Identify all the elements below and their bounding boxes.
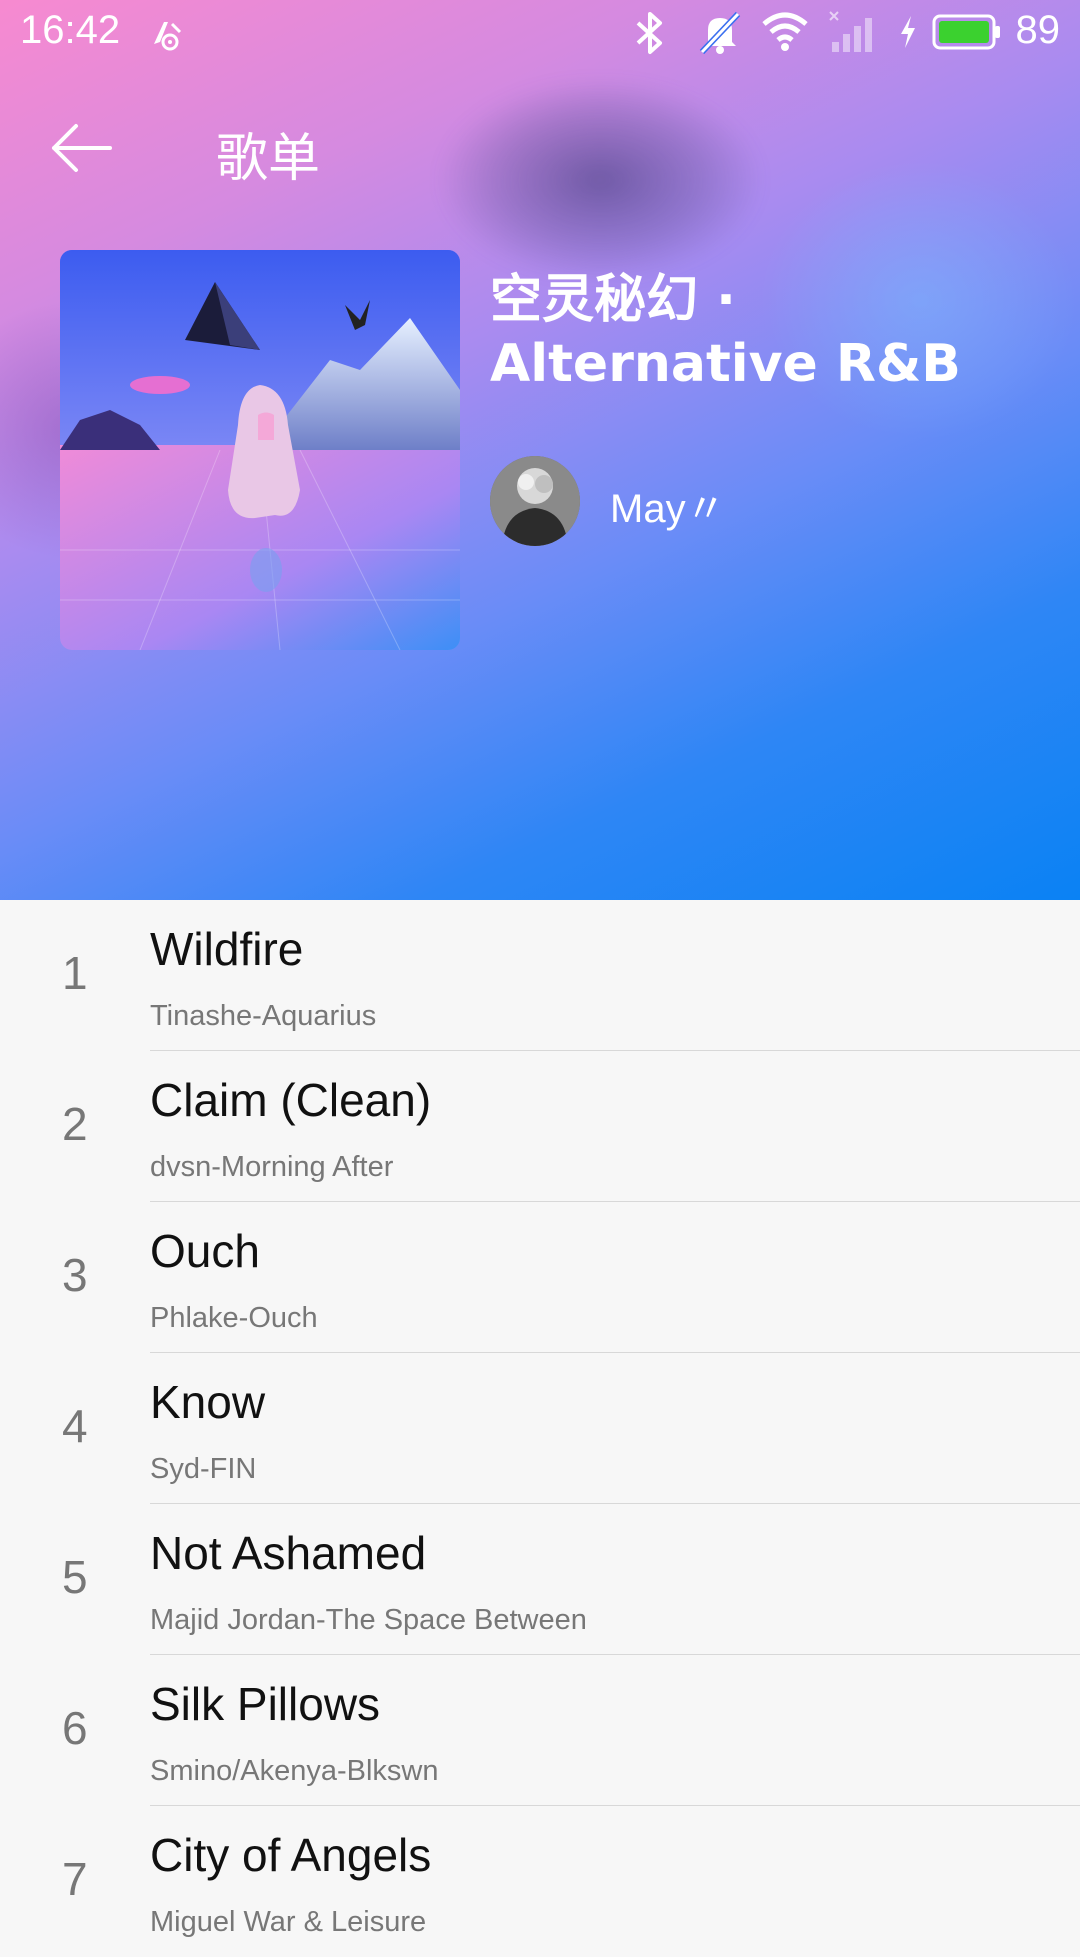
song-row[interactable]: 6 Silk Pillows Smino/Akenya-Blkswn — [0, 1655, 1080, 1806]
notification-app-icon — [146, 14, 186, 58]
song-title: Not Ashamed — [150, 1527, 427, 1579]
track-number: 2 — [62, 1098, 88, 1150]
battery-level: 89 — [1015, 8, 1061, 52]
song-title: Ouch — [150, 1225, 260, 1277]
song-artist-album: Tinashe-Aquarius — [150, 1000, 377, 1032]
song-row[interactable]: 4 Know Syd-FIN — [0, 1353, 1080, 1504]
avatar-image — [490, 456, 580, 546]
battery-icon — [932, 10, 1002, 58]
mute-bell-icon — [698, 10, 742, 60]
creator-name[interactable]: May〃 — [610, 476, 726, 534]
song-row[interactable]: 5 Not Ashamed Majid Jordan-The Space Bet… — [0, 1504, 1080, 1655]
back-button[interactable] — [48, 118, 120, 178]
playlist-title: 空灵秘幻 · Alternative R&B — [490, 270, 961, 394]
song-title: Know — [150, 1376, 266, 1428]
song-list: 1 Wildfire Tinashe-Aquarius 2 Claim (Cle… — [0, 900, 1080, 1957]
cover-artwork — [60, 250, 460, 650]
track-number: 4 — [62, 1400, 88, 1452]
song-title: City of Angels — [150, 1829, 432, 1881]
song-artist-album: dvsn-Morning After — [150, 1151, 394, 1183]
song-row[interactable]: 1 Wildfire Tinashe-Aquarius — [0, 900, 1080, 1051]
song-artist-album: Majid Jordan-The Space Between — [150, 1604, 587, 1636]
page-title: 歌单 — [216, 129, 321, 189]
track-number: 3 — [62, 1249, 88, 1301]
song-row[interactable]: 7 City of Angels Miguel War & Leisure — [0, 1806, 1080, 1957]
playlist-cover-image[interactable] — [60, 250, 460, 650]
song-row[interactable]: 2 Claim (Clean) dvsn-Morning After — [0, 1051, 1080, 1202]
status-time: 16:42 — [20, 8, 121, 52]
song-title: Wildfire — [150, 923, 304, 975]
song-artist-album: Phlake-Ouch — [150, 1302, 318, 1334]
song-artist-album: Syd-FIN — [150, 1453, 257, 1485]
track-number: 1 — [62, 947, 88, 999]
song-title: Claim (Clean) — [150, 1074, 432, 1126]
song-artist-album: Miguel War & Leisure — [150, 1906, 427, 1938]
signal-icon — [828, 10, 880, 58]
wifi-icon — [760, 10, 810, 58]
creator-avatar[interactable] — [490, 456, 580, 546]
song-row[interactable]: 3 Ouch Phlake-Ouch — [0, 1202, 1080, 1353]
song-artist-album: Smino/Akenya-Blkswn — [150, 1755, 439, 1787]
track-number: 7 — [62, 1853, 88, 1905]
charging-icon — [896, 10, 920, 58]
track-number: 6 — [62, 1702, 88, 1754]
status-bar: 16:42 89 — [0, 0, 1080, 66]
song-title: Silk Pillows — [150, 1678, 381, 1730]
arrow-left-icon — [52, 124, 112, 172]
bluetooth-icon — [632, 10, 668, 60]
track-number: 5 — [62, 1551, 88, 1603]
